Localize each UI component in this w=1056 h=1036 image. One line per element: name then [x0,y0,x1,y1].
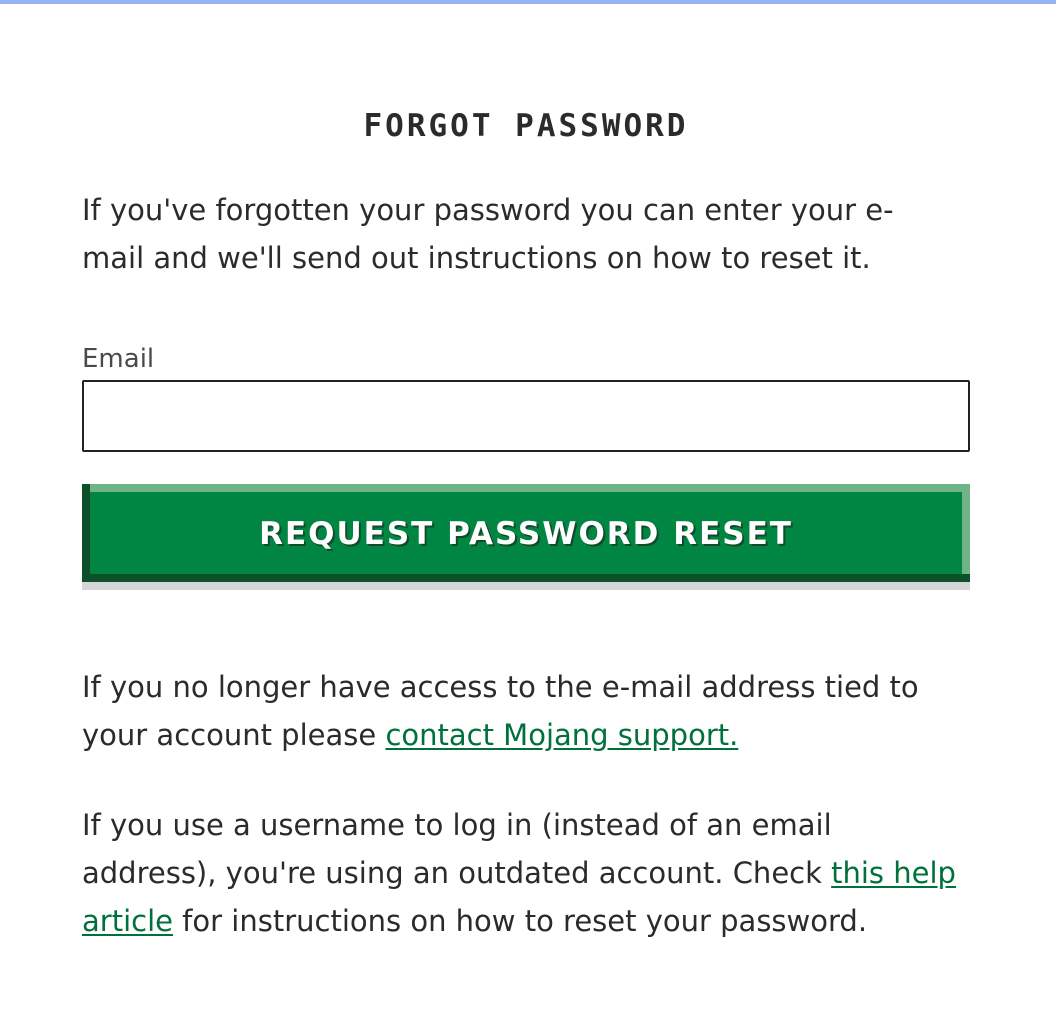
request-password-reset-label: REQUEST PASSWORD RESET [259,516,793,552]
email-label: Email [82,344,155,374]
username-notice-text-after: for instructions on how to reset your pa… [172,904,868,938]
request-password-reset-button[interactable]: REQUEST PASSWORD RESET [82,484,970,582]
username-notice-text-before: If you use a username to log in (instead… [82,808,832,890]
no-access-text: If you no longer have access to the e-ma… [82,663,970,759]
intro-text: If you've forgotten your password you ca… [82,193,894,275]
submit-button-wrapper: REQUEST PASSWORD RESET [82,484,970,590]
username-notice-text: If you use a username to log in (instead… [82,801,970,945]
forgot-password-card: FORGOT PASSWORD If you've forgotten your… [82,0,970,1036]
page-title: FORGOT PASSWORD [363,108,689,144]
email-field[interactable] [82,380,970,452]
contact-support-link[interactable]: contact Mojang support. [385,718,738,752]
